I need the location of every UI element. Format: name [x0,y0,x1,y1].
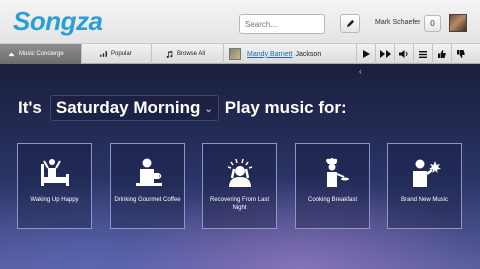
headache-person-icon [227,158,253,187]
edit-button[interactable] [340,14,360,33]
activity-label: Drinking Gourmet Coffee [114,197,181,203]
tab-label: Music Concierge [19,51,64,57]
track-artist-link[interactable]: Mandy Barnett [247,51,293,58]
new-music-person-icon [413,159,441,187]
activity-label: Recovering From Last Night [209,197,270,211]
time-of-day-value: Saturday Morning [55,98,201,117]
music-note-icon [166,50,173,58]
top-header: Songza Mark Schaefer 0 [0,0,480,44]
person-in-bed-icon [41,159,69,186]
tab-browse-all[interactable]: Browse All [152,44,224,64]
tab-popular[interactable]: Popular [82,44,152,64]
play-button[interactable] [356,44,375,64]
chevron-down-icon: ⌄ [204,104,213,115]
fast-forward-icon [379,50,391,58]
concierge-headline: It's Saturday Morning ⌄ Play music for: [18,95,347,121]
coffee-drinker-icon [136,158,162,186]
album-thumbnail[interactable] [229,48,241,60]
menu-button[interactable] [413,44,432,64]
thumbs-up-icon [438,50,446,58]
activity-label: Brand New Music [400,197,448,203]
time-of-day-dropdown[interactable]: Saturday Morning ⌄ [49,95,219,121]
now-playing: Mandy Barnett Jackson [229,44,321,64]
thumbs-down-button[interactable] [451,44,470,64]
activity-card-brand-new-music[interactable]: Brand New Music [387,143,462,229]
activity-card-cooking-breakfast[interactable]: Cooking Breakfast [295,143,370,229]
activity-card-waking-up-happy[interactable]: Waking Up Happy [17,143,92,229]
songza-logo[interactable]: Songza [13,6,103,37]
username[interactable]: Mark Schaefer [375,19,421,26]
skip-button[interactable] [375,44,394,64]
activity-label: Waking Up Happy [30,197,79,203]
menu-icon [419,50,427,58]
thumbs-down-icon [457,50,465,58]
tab-music-concierge[interactable]: Music Concierge [0,44,82,64]
headline-suffix: Play music for: [224,98,347,117]
thumbs-up-button[interactable] [432,44,451,64]
headline-prefix: It's [18,98,42,117]
volume-button[interactable] [394,44,413,64]
pencil-icon [346,19,354,28]
tab-label: Popular [111,51,132,57]
tab-label: Browse All [177,51,206,57]
concierge-bell-icon [8,52,15,57]
activity-card-drinking-gourmet-coffee[interactable]: Drinking Gourmet Coffee [110,143,185,229]
speaker-icon [399,50,408,58]
activity-label: Cooking Breakfast [307,197,358,203]
avatar[interactable] [449,14,467,32]
nav-bar: Music Concierge Popular Browse All Mandy… [0,44,480,64]
track-title: Jackson [295,50,322,58]
activity-card-recovering-from-last-night[interactable]: Recovering From Last Night [202,143,277,229]
bar-chart-icon [100,51,107,57]
play-icon [362,50,370,58]
search-input[interactable] [239,14,325,34]
notification-count[interactable]: 0 [424,15,441,32]
chef-icon [326,158,349,187]
concierge-panel: ‹ It's Saturday Morning ⌄ Play music for… [0,65,480,269]
collapse-arrow-icon[interactable]: ‹ [359,67,362,76]
